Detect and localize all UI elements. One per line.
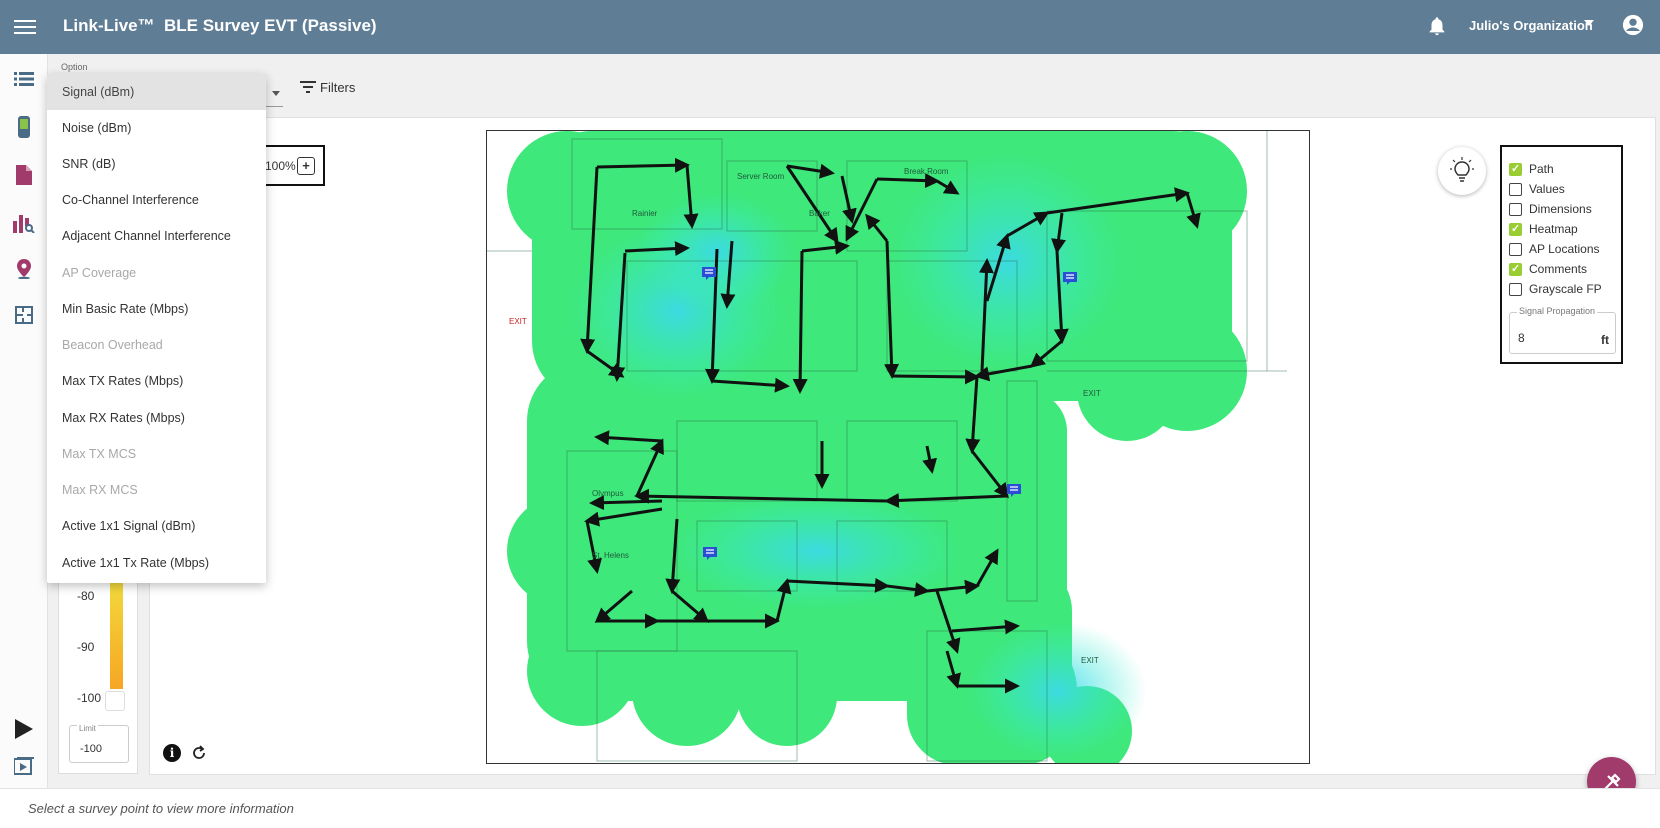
comment-icon[interactable] [1062,271,1078,287]
menu-item-co-channel-interference[interactable]: Co-Channel Interference [47,182,266,218]
brand-name: Link-Live™ [63,16,155,35]
floorplan-canvas[interactable]: Server Room Break Room Rainier Baker Oly… [486,130,1310,764]
survey-title: BLE Survey EVT (Passive) [164,16,377,35]
report-chart-icon[interactable] [13,212,35,234]
room-label-baker: Baker [809,209,830,218]
room-label-st-helens: St. Helens [592,551,629,560]
comment-icon[interactable] [702,546,718,562]
legend-slider-handle[interactable] [105,691,125,711]
menu-item-max-rx-rates[interactable]: Max RX Rates (Mbps) [47,400,266,436]
option-select-label: Option [61,62,88,72]
layer-grayscale-fp[interactable]: Grayscale FP [1509,282,1602,296]
refresh-icon[interactable] [190,744,208,762]
map-pin-icon[interactable] [13,258,35,280]
menu-item-max-rx-mcs: Max RX MCS [62,483,138,497]
option-dropdown-menu: Signal (dBm) Noise (dBm) SNR (dB) Co-Cha… [47,74,266,583]
filter-icon [300,80,316,93]
menu-item-adjacent-channel-interference[interactable]: Adjacent Channel Interference [47,218,266,254]
legend-tick: -100 [77,691,102,705]
info-icon[interactable]: i [163,744,181,762]
heatmap-map: Server Room Break Room Rainier Baker Oly… [487,131,1287,763]
menu-item-max-tx-rates[interactable]: Max TX Rates (Mbps) [47,363,266,399]
values-checkbox[interactable] [1509,182,1522,196]
layer-label: Values [1529,182,1565,196]
account-icon[interactable] [1622,14,1644,36]
app-root: Link-Live™ BLE Survey EVT (Passive) Juli… [0,0,1660,828]
limit-field[interactable]: Limit -100 [69,724,129,763]
menu-item-max-tx-mcs: Max TX MCS [62,447,137,461]
floorplan-icon[interactable] [13,304,35,326]
top-bar: Link-Live™ BLE Survey EVT (Passive) Juli… [0,0,1660,54]
menu-item-noise[interactable]: Noise (dBm) [47,110,266,146]
chevron-down-icon[interactable] [1584,20,1594,26]
status-text: Select a survey point to view more infor… [28,801,294,816]
filters-label: Filters [320,80,356,95]
comments-checkbox[interactable] [1509,262,1522,276]
room-label-break: Break Room [904,167,949,176]
menu-item-active-1x1-tx-rate[interactable]: Active 1x1 Tx Rate (Mbps) [47,545,266,581]
legend-tick: -90 [77,640,95,654]
signal-propagation-label: Signal Propagation [1517,306,1598,316]
status-bar: Select a survey point to view more infor… [0,788,1660,828]
path-checkbox[interactable] [1509,162,1522,176]
menu-item-beacon-overhead: Beacon Overhead [62,338,163,352]
zoom-level: 100% [265,159,296,173]
layer-ap-locations[interactable]: AP Locations [1509,242,1600,256]
filters-button[interactable]: Filters [300,80,355,95]
layer-label: AP Locations [1529,242,1600,256]
device-icon[interactable] [13,116,35,138]
option-select-caret-icon[interactable] [272,91,280,96]
menu-item-signal[interactable]: Signal (dBm) [47,74,266,110]
menu-item-ap-coverage: AP Coverage [62,266,137,280]
lightbulb-icon [1450,157,1474,182]
dimensions-checkbox[interactable] [1509,202,1522,216]
playback-icon[interactable] [14,757,34,777]
grayscale-fp-checkbox[interactable] [1509,282,1522,296]
signal-legend: -80 -90 -100 Limit -100 [58,560,138,774]
zoom-in-button[interactable]: + [297,157,315,175]
exit-label-southeast: EXIT [1081,656,1099,665]
heatmap-checkbox[interactable] [1509,222,1522,236]
limit-value[interactable]: -100 [80,743,102,755]
room-label-server: Server Room [737,172,784,181]
signal-propagation-value[interactable]: 8 [1518,331,1525,345]
exit-label: EXIT [509,317,527,326]
play-icon[interactable] [14,718,34,740]
tips-button[interactable] [1438,147,1486,195]
layer-label: Grayscale FP [1529,282,1602,296]
legend-tick: -80 [77,589,95,603]
document-icon[interactable] [13,164,35,186]
room-label-rainier: Rainier [632,209,658,218]
layer-values[interactable]: Values [1509,182,1565,196]
exit-label-east: EXIT [1083,389,1101,398]
layer-heatmap[interactable]: Heatmap [1509,222,1578,236]
menu-item-min-basic-rate[interactable]: Min Basic Rate (Mbps) [47,291,266,327]
menu-item-active-1x1-signal[interactable]: Active 1x1 Signal (dBm) [47,508,266,544]
comment-icon[interactable] [1006,483,1022,499]
layer-path[interactable]: Path [1509,162,1554,176]
layers-panel: Path Values Dimensions Heatmap AP Locati… [1500,145,1623,364]
comment-icon[interactable] [701,266,717,282]
menu-icon[interactable] [14,16,36,38]
signal-propagation-unit: ft [1601,333,1609,347]
list-icon[interactable] [13,68,35,90]
menu-item-snr[interactable]: SNR (dB) [47,146,266,182]
left-sidebar: ? [0,54,48,814]
layer-comments[interactable]: Comments [1509,262,1587,276]
notification-bell-icon[interactable] [1426,14,1448,38]
layer-label: Path [1529,162,1554,176]
layer-label: Comments [1529,262,1588,276]
room-label-olympus: Olympus [592,489,624,498]
layer-dimensions[interactable]: Dimensions [1509,202,1592,216]
ap-locations-checkbox[interactable] [1509,242,1522,256]
organization-selector[interactable]: Julio's Organization [1469,18,1593,33]
layer-label: Heatmap [1529,222,1578,236]
limit-label: Limit [77,724,98,733]
signal-propagation-field[interactable]: Signal Propagation 8 ft [1509,306,1616,354]
layer-label: Dimensions [1529,202,1592,216]
